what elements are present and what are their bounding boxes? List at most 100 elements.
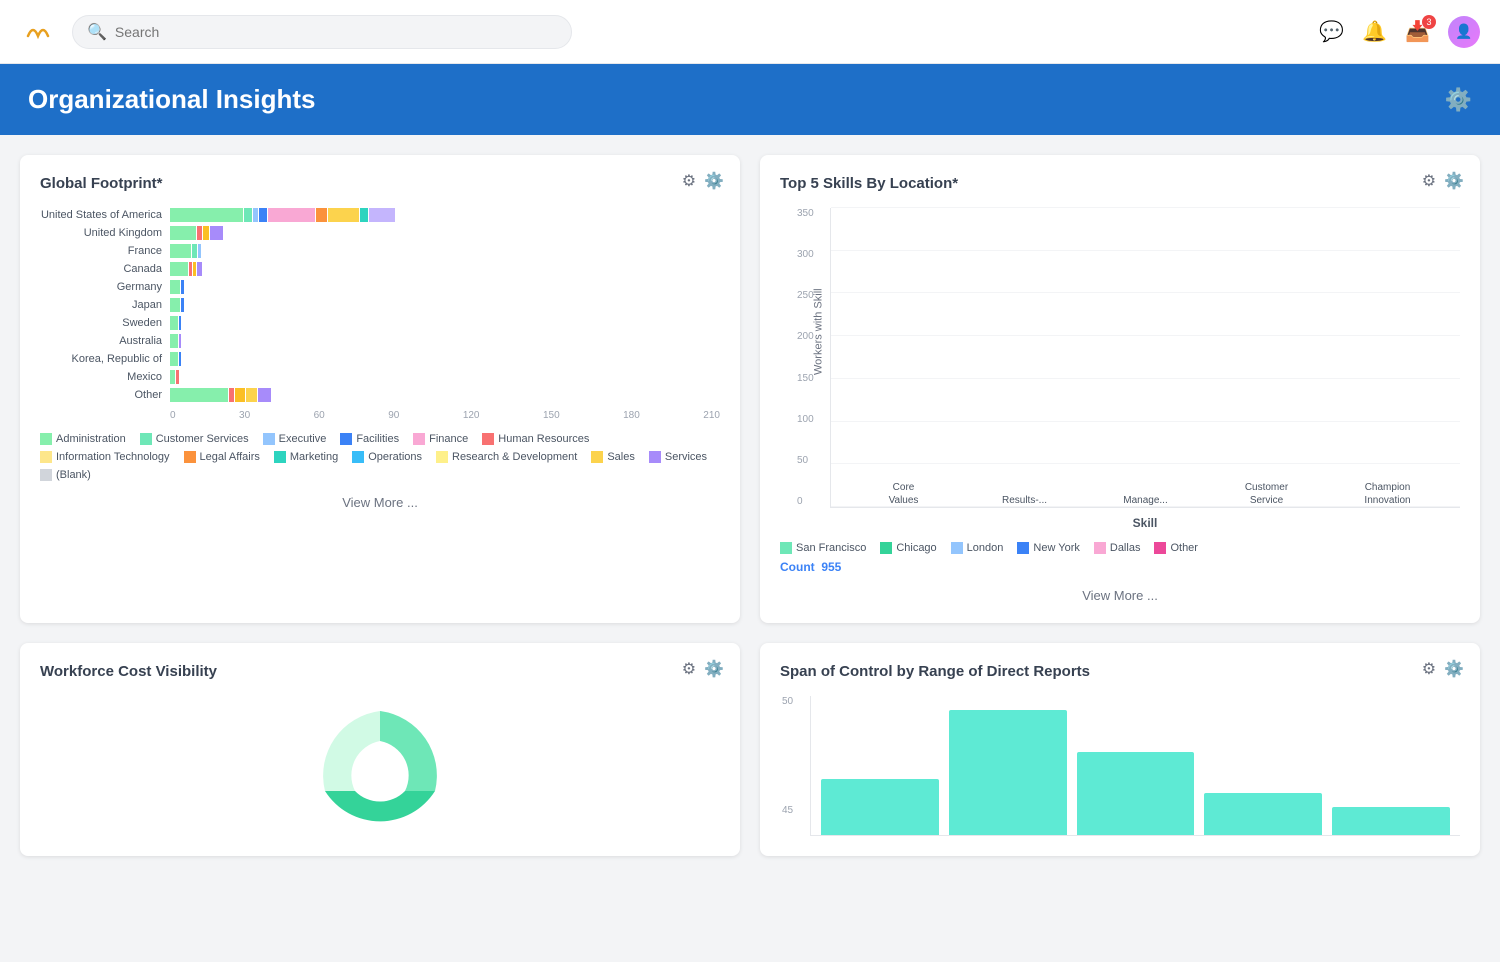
gf-bar-container [170,352,720,366]
chat-icon-btn[interactable]: 💬 [1319,19,1344,44]
view-more-global[interactable]: View More ... [40,495,720,510]
gf-bar-segment [170,262,188,276]
search-input[interactable] [115,24,557,40]
gf-country-label: Korea, Republic of [40,353,170,365]
span-bar [1204,793,1322,835]
skills-y-tick: 0 [797,496,814,507]
gf-bar-container [170,280,720,294]
gf-bar-container [170,298,720,312]
gf-bar-segment [258,388,271,402]
gear-icon-workforce[interactable]: ⚙️ [704,659,724,679]
skills-bar-group: Champion Innovation [1335,477,1440,507]
gf-country-label: Germany [40,281,170,293]
legend-color-swatch [140,433,152,445]
gf-bar-segment [170,388,228,402]
legend-label: Services [665,451,707,463]
span-y-tick: 50 [782,696,793,707]
filter-icon-workforce[interactable]: ⚙ [682,659,696,679]
gf-bar-container [170,316,720,330]
skills-y-tick: 200 [797,331,814,342]
gf-bar-segment [170,334,178,348]
skills-y-tick: 250 [797,290,814,301]
gf-legend-item: Administration [40,433,126,445]
gf-legend-item: Legal Affairs [184,451,260,463]
legend-color-swatch [780,542,792,554]
gf-bar-segment [210,226,223,240]
gear-icon-global[interactable]: ⚙️ [704,171,724,191]
search-box[interactable]: 🔍 [72,15,572,49]
gf-country-label: Mexico [40,371,170,383]
legend-color-swatch [40,451,52,463]
skills-legend-label: Dallas [1110,542,1141,554]
global-footprint-x-axis: 0306090120150180210 [170,410,720,421]
span-y-tick: 45 [782,805,793,816]
span-bar [949,710,1067,835]
gf-bar-segment [179,316,182,330]
skills-legend-item: New York [1017,542,1079,554]
gf-bar-segment [170,244,191,258]
bell-icon-btn[interactable]: 🔔 [1362,19,1387,44]
skills-legend-label: Other [1170,542,1198,554]
legend-label: Operations [368,451,422,463]
gf-bar-segment [193,262,196,276]
gf-bar-container [170,244,720,258]
legend-color-swatch [649,451,661,463]
gf-country-label: Japan [40,299,170,311]
skills-legend-item: Dallas [1094,542,1141,554]
skills-legend-label: London [967,542,1004,554]
gf-bar-segment [268,208,315,222]
gf-bar-segment [253,208,258,222]
gf-legend-item: Customer Services [140,433,249,445]
gf-bar-segment [197,226,202,240]
inbox-badge: 3 [1422,15,1436,29]
gf-legend-item: Information Technology [40,451,170,463]
gf-country-label: Australia [40,335,170,347]
legend-label: Finance [429,433,468,445]
gf-x-tick: 0 [170,410,176,421]
skills-y-tick: 350 [797,208,814,219]
gf-bar-row: Japan [40,298,720,312]
skills-legend-item: Other [1154,542,1198,554]
gf-bar-row: Sweden [40,316,720,330]
avatar[interactable]: 👤 [1448,16,1480,48]
legend-color-swatch [951,542,963,554]
gf-bar-segment [181,280,184,294]
gf-country-label: Sweden [40,317,170,329]
filter-icon-span[interactable]: ⚙ [1422,659,1436,679]
filter-icon-skills[interactable]: ⚙ [1422,171,1436,191]
gf-bar-segment [328,208,359,222]
filter-icon-global[interactable]: ⚙ [682,171,696,191]
gf-country-label: Other [40,389,170,401]
gf-bar-segment [170,226,196,240]
gear-icon-span[interactable]: ⚙️ [1444,659,1464,679]
gf-country-label: United Kingdom [40,227,170,239]
legend-color-swatch [340,433,352,445]
inbox-icon-btn[interactable]: 📥 3 [1405,19,1430,44]
gf-bar-segment [170,298,180,312]
legend-color-swatch [436,451,448,463]
search-icon: 🔍 [87,22,107,42]
span-bar [821,779,939,835]
skills-bar-x-label: Results-... [1002,494,1047,507]
legend-color-swatch [40,433,52,445]
gf-bar-container [170,208,720,222]
header-gear-icon[interactable]: ⚙️ [1445,87,1472,113]
gf-x-tick: 120 [463,410,480,421]
gf-bar-row: France [40,244,720,258]
gf-x-tick: 90 [388,410,399,421]
gear-icon-skills[interactable]: ⚙️ [1444,171,1464,191]
gf-bar-segment [246,388,256,402]
gf-legend-item: Marketing [274,451,338,463]
skills-x-axis-label: Skill [830,516,1460,530]
gf-x-tick: 180 [623,410,640,421]
legend-color-swatch [274,451,286,463]
gf-bar-segment [179,334,182,348]
gf-bar-segment [360,208,368,222]
gf-legend-item: Services [649,451,707,463]
gf-bar-row: Other [40,388,720,402]
gf-x-tick: 60 [314,410,325,421]
logo-area [20,14,56,50]
view-more-skills[interactable]: View More ... [780,588,1460,603]
skills-y-tick: 100 [797,414,814,425]
gf-x-tick: 30 [239,410,250,421]
